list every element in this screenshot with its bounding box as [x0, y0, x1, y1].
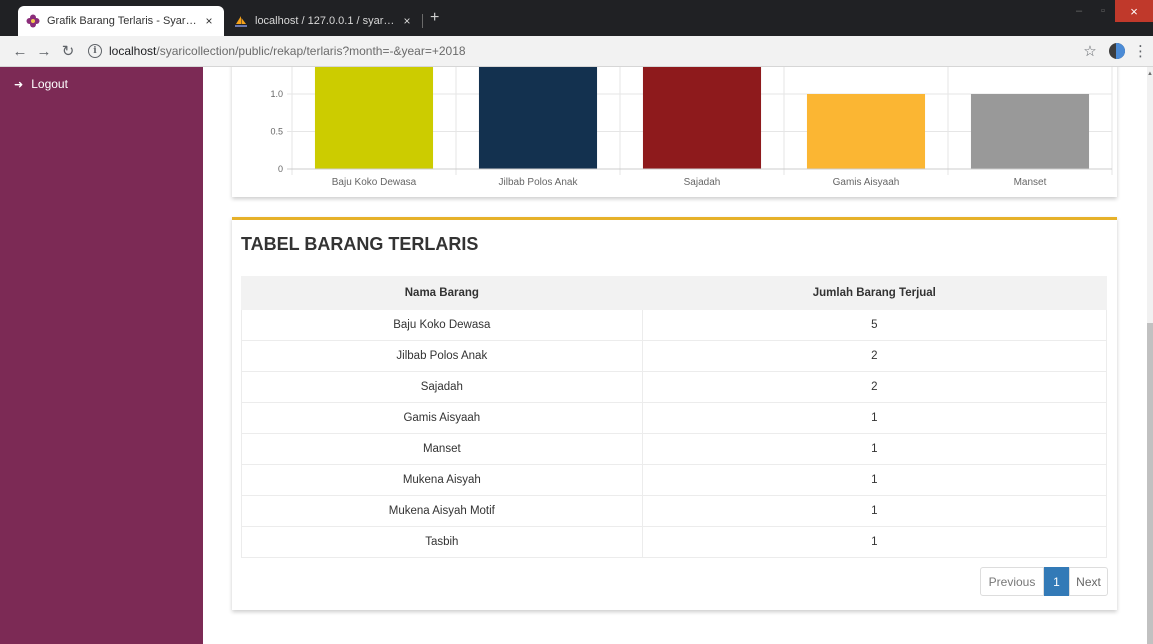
address-bar[interactable]: i localhost/syaricollection/public/rekap… [88, 39, 1079, 63]
cell-name: Gamis Aisyaah [241, 402, 643, 434]
sign-out-icon: ➜ [14, 78, 24, 91]
table-row: Gamis Aisyaah 1 [241, 402, 1108, 434]
x-tick-label: Jilbab Polos Anak [499, 177, 579, 188]
table-row: Mukena Aisyah Motif 1 [241, 495, 1108, 527]
bar-gamis-aisyaah [806, 94, 926, 169]
close-tab-icon[interactable]: × [202, 14, 216, 28]
tab-separator [422, 14, 423, 28]
cell-name: Tasbih [241, 526, 643, 558]
table-title: TABEL BARANG TERLARIS [241, 234, 479, 254]
x-tick-label: Sajadah [684, 177, 721, 188]
table-row: Mukena Aisyah 1 [241, 464, 1108, 496]
maximize-icon[interactable]: ▫ [1091, 0, 1115, 22]
y-tick-label: 0 [278, 164, 283, 174]
tab-title: Grafik Barang Terlaris - Syari Collectio… [47, 15, 198, 27]
url-path: /syaricollection/public/rekap/terlaris?m… [156, 44, 466, 58]
back-arrow-icon[interactable]: ← [8, 39, 32, 63]
bar-jilbab-polos-anak [478, 67, 598, 169]
cell-qty: 5 [641, 309, 1108, 341]
extension-icon[interactable] [1109, 43, 1125, 59]
x-tick-label: Baju Koko Dewasa [332, 177, 417, 188]
page-scrollbar[interactable]: ▲ [1147, 67, 1153, 644]
minimize-icon[interactable]: – [1067, 0, 1091, 22]
bar-chart: 0 0.5 1.0 Baju Koko Dewasa Jilbab Polos Anak… [270, 67, 1113, 188]
cell-name: Baju Koko Dewasa [241, 309, 643, 341]
bar-sajadah [642, 67, 762, 169]
tab-phpmyadmin[interactable]: localhost / 127.0.0.1 / syaricollection … [226, 6, 423, 36]
bar-manset [970, 94, 1090, 169]
cell-qty: 1 [641, 526, 1108, 558]
cell-qty: 2 [641, 371, 1108, 403]
cell-name: Mukena Aisyah Motif [241, 495, 643, 527]
logout-label: Logout [31, 77, 68, 91]
browser-toolbar: ← → ↻ i localhost/syaricollection/public… [0, 36, 1153, 67]
page-1-button[interactable]: 1 [1044, 567, 1069, 596]
table-row: Manset 1 [241, 433, 1108, 465]
cell-qty: 1 [641, 464, 1108, 496]
cell-name: Jilbab Polos Anak [241, 340, 643, 372]
y-tick-label: 0.5 [270, 127, 283, 137]
flower-icon [26, 14, 40, 28]
table-row: Tasbih 1 [241, 526, 1108, 558]
reload-icon[interactable]: ↻ [56, 39, 80, 63]
scrollbar-thumb[interactable] [1147, 323, 1153, 644]
window-controls: – ▫ × [1067, 0, 1153, 22]
table-header-row: Nama Barang Jumlah Barang Terjual [241, 276, 1108, 310]
main-content: 0 0.5 1.0 Baju Koko Dewasa Jilbab Polos Anak… [203, 67, 1147, 644]
x-tick-label: Manset [1014, 177, 1047, 188]
info-icon[interactable]: i [88, 44, 102, 58]
column-header-nama-barang: Nama Barang [241, 276, 643, 310]
chart-panel: 0 0.5 1.0 Baju Koko Dewasa Jilbab Polos Anak… [232, 67, 1117, 197]
sailboat-icon [235, 16, 247, 27]
new-tab-button[interactable]: + [430, 10, 439, 26]
pagination: Previous 1 Next [980, 567, 1108, 596]
bookmark-star-icon[interactable]: ☆ [1079, 42, 1101, 60]
cell-name: Mukena Aisyah [241, 464, 643, 496]
cell-qty: 2 [641, 340, 1108, 372]
scroll-up-arrow-icon[interactable]: ▲ [1147, 71, 1153, 77]
table-panel: TABEL BARANG TERLARIS Nama Barang Jumlah… [232, 217, 1117, 610]
cell-name: Manset [241, 433, 643, 465]
forward-arrow-icon[interactable]: → [32, 39, 56, 63]
next-page-button[interactable]: Next [1069, 567, 1108, 596]
close-window-button[interactable]: × [1115, 0, 1153, 22]
best-seller-table: Nama Barang Jumlah Barang Terjual Baju K… [241, 276, 1108, 558]
menu-kebab-icon[interactable]: ⋮ [1133, 42, 1148, 60]
tab-title: localhost / 127.0.0.1 / syaricollection [255, 15, 396, 27]
column-header-jumlah: Jumlah Barang Terjual [641, 276, 1108, 310]
sidebar: ➜ Logout [0, 67, 203, 644]
previous-page-button[interactable]: Previous [980, 567, 1044, 596]
close-tab-icon[interactable]: × [400, 14, 414, 28]
tab-grafik-barang[interactable]: Grafik Barang Terlaris - Syari Collectio… [18, 6, 224, 36]
url-host: localhost [109, 44, 157, 58]
y-tick-label: 1.0 [270, 89, 283, 99]
x-tick-label: Gamis Aisyaah [833, 177, 900, 188]
cell-qty: 1 [641, 495, 1108, 527]
bar-baju-koko-dewasa [314, 67, 434, 169]
cell-qty: 1 [641, 402, 1108, 434]
cell-qty: 1 [641, 433, 1108, 465]
cell-name: Sajadah [241, 371, 643, 403]
table-row: Baju Koko Dewasa 5 [241, 309, 1108, 341]
logout-link[interactable]: ➜ Logout [14, 77, 68, 91]
table-row: Sajadah 2 [241, 371, 1108, 403]
browser-tab-bar: Grafik Barang Terlaris - Syari Collectio… [0, 0, 1153, 36]
table-row: Jilbab Polos Anak 2 [241, 340, 1108, 372]
